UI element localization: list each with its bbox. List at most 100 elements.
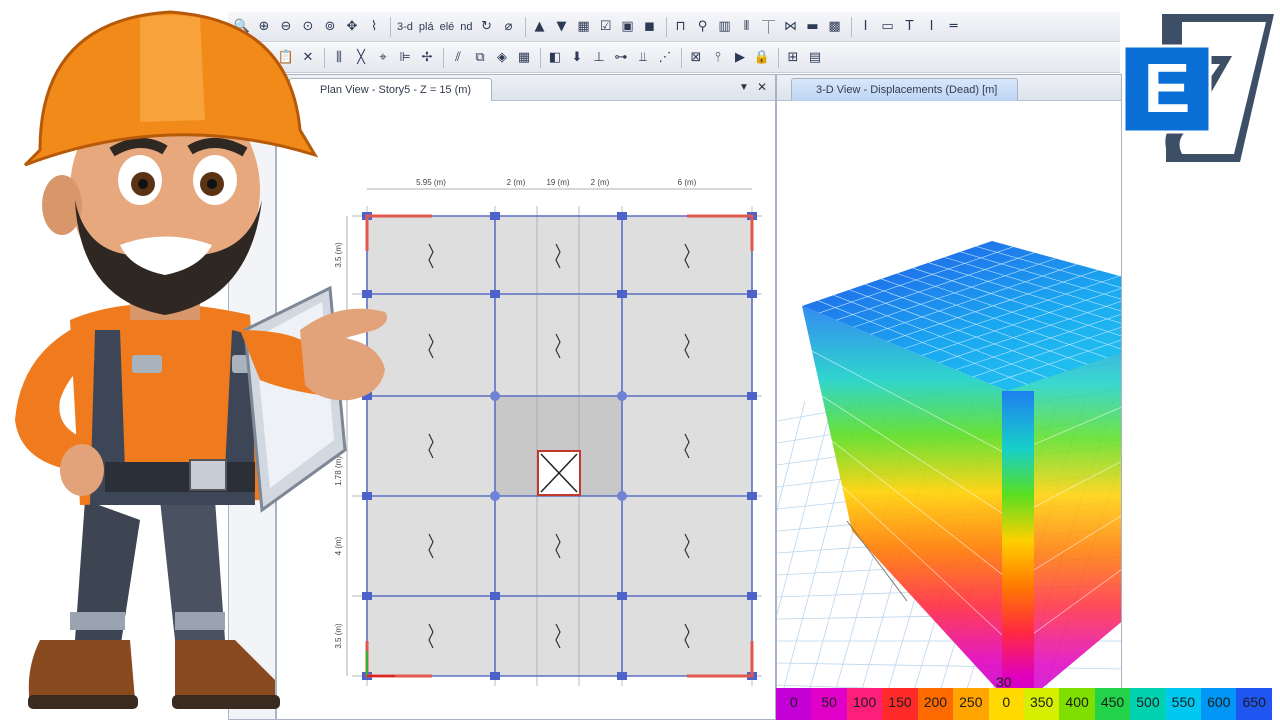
toolbar-separator — [443, 47, 444, 68]
legend-value: 50 — [821, 694, 837, 710]
column-node[interactable] — [747, 492, 757, 500]
3d-view-window[interactable]: 3-D View - Displacements (Dead) [m] — [776, 74, 1122, 720]
spring-icon[interactable]: ⚲ — [693, 16, 713, 38]
column-node[interactable] — [747, 592, 757, 600]
legend-swatch: 50 — [811, 688, 847, 720]
legend-swatch: 450 — [1094, 688, 1131, 720]
area-icon[interactable]: ◈ — [492, 47, 512, 69]
dimension-label: 6 (m) — [678, 178, 697, 187]
legend-swatch: 550 — [1165, 688, 1202, 720]
etabs-logo: E — [1122, 14, 1274, 162]
legend-swatch: 150 — [882, 688, 918, 720]
column-node[interactable] — [490, 592, 500, 600]
legend-swatch: 0 — [776, 688, 812, 720]
toolbar-separator — [681, 47, 682, 68]
cube-icon[interactable]: ◼ — [640, 16, 660, 38]
3d-model-canvas[interactable] — [777, 101, 1122, 720]
beam-icon[interactable]: ═ — [944, 16, 964, 38]
toolbar-separator — [524, 16, 526, 37]
wall-icon[interactable]: ▥ — [715, 16, 735, 38]
dimension-label: 2 (m) — [507, 178, 526, 187]
toolbar-separator — [540, 47, 541, 68]
3d-view-title: 3-D View - Displacements (Dead) [m] — [816, 84, 998, 96]
move-down-icon[interactable]: ▼ — [552, 16, 572, 38]
column-node[interactable] — [747, 290, 757, 298]
perspective-icon[interactable]: ⌀ — [499, 16, 519, 38]
column-node[interactable] — [490, 290, 500, 298]
lock-icon[interactable]: 🔒 — [752, 47, 772, 69]
legend-value: 0 — [1002, 694, 1011, 710]
support-icon[interactable]: ⏉ — [759, 16, 779, 38]
view-nd-icon[interactable]: nd — [458, 16, 474, 38]
legend-value: 600 — [1207, 694, 1231, 710]
legend-value: 150 — [888, 694, 912, 710]
legend-value: 550 — [1171, 694, 1196, 710]
link-icon[interactable]: ⧉ — [470, 47, 490, 69]
column-node[interactable] — [617, 592, 627, 600]
dimension-label: 5.95 (m) — [416, 178, 446, 187]
column-node[interactable] — [490, 391, 500, 401]
legend-swatch: 650 — [1236, 688, 1272, 720]
check-icon[interactable]: ☑ — [596, 16, 616, 38]
move-icon[interactable]: ✢ — [417, 47, 437, 69]
legend-swatch: 100 — [846, 688, 883, 720]
spring-assign-icon[interactable]: ⋰ — [655, 47, 675, 69]
report-icon[interactable]: ▤ — [805, 47, 825, 69]
tee-section-icon[interactable]: T — [900, 16, 920, 38]
truss-icon[interactable]: ⫴ — [737, 16, 757, 38]
legend-value: 200 — [923, 694, 948, 710]
column-node[interactable] — [617, 290, 627, 298]
display-icon[interactable]: ▣ — [618, 16, 638, 38]
design-icon[interactable]: ⊞ — [783, 47, 803, 69]
rotate-icon[interactable]: ↻ — [477, 16, 497, 38]
tab-3d-view[interactable]: 3-D View - Displacements (Dead) [m] — [791, 78, 1019, 101]
dropdown-arrow-icon[interactable]: ▼ — [739, 82, 749, 93]
column-node[interactable] — [490, 491, 500, 501]
grid-icon[interactable]: ▦ — [574, 16, 594, 38]
slab-icon[interactable]: ▬ — [803, 16, 823, 38]
dimension-label: 2 (m) — [591, 178, 610, 187]
legend-swatch: 400 — [1059, 688, 1095, 720]
3d-view-header: 3-D View - Displacements (Dead) [m] — [777, 75, 1121, 101]
release-icon[interactable]: ⊶ — [611, 47, 631, 69]
column-node[interactable] — [490, 672, 500, 680]
corner-column — [1002, 391, 1034, 716]
displacement-color-legend: 0 50 100 150 200 250 0 350 400 450 500 550 600 650 — [776, 688, 1272, 720]
engineer-mascot — [15, 10, 388, 709]
legend-value: 0 — [789, 694, 798, 710]
close-icon[interactable]: ✕ — [757, 80, 767, 94]
restraint-icon[interactable]: ⊥ — [589, 47, 609, 69]
view-elev-icon[interactable]: elé — [438, 16, 457, 38]
section-i-icon[interactable]: I — [856, 16, 876, 38]
column-node[interactable] — [617, 491, 627, 501]
run-icon[interactable]: ▶ — [730, 47, 750, 69]
brace-icon[interactable]: ⋈ — [781, 16, 801, 38]
toolbar-separator — [850, 16, 852, 37]
legend-value: 400 — [1065, 694, 1089, 710]
mesh-icon[interactable]: ▦ — [514, 47, 534, 69]
legend-swatch: 600 — [1201, 688, 1237, 720]
section-cut-icon[interactable]: ⫫ — [633, 47, 653, 69]
legend-value: 100 — [852, 694, 877, 710]
column-node[interactable] — [617, 212, 627, 220]
column-node[interactable] — [490, 212, 500, 220]
stage: 🔍 ⊕ ⊖ ⊙ ⊚ ✥ ⌇ 3-d plá elé nd ↻ ⌀ ▲ ▼ ▦ ☑ ▣ ◼ ⊓ ⚲ ▥ ⫴ ⏉ ⋈ ▬ ▩ I ▭ T Ⅰ ═ … — [0, 0, 1280, 720]
brace-draw-icon[interactable]: ⫽ — [448, 47, 468, 69]
column-node[interactable] — [747, 392, 757, 400]
toolbar-separator — [665, 16, 667, 37]
assign-icon[interactable]: ◧ — [545, 47, 565, 69]
legend-swatch: 500 — [1130, 688, 1166, 720]
opening-icon[interactable]: ▩ — [825, 16, 845, 38]
column-node[interactable] — [617, 391, 627, 401]
load-icon[interactable]: ⬇ — [567, 47, 587, 69]
i-beam-icon[interactable]: Ⅰ — [922, 16, 942, 38]
move-up-icon[interactable]: ▲ — [530, 16, 550, 38]
rect-section-icon[interactable]: ▭ — [878, 16, 898, 38]
view-plan-icon[interactable]: plá — [417, 16, 436, 38]
toolbar-separator — [778, 47, 779, 68]
legend-value: 350 — [1029, 694, 1054, 710]
frame-icon[interactable]: ⊓ — [671, 16, 691, 38]
diaphragm-icon[interactable]: ⊠ — [686, 47, 706, 69]
column-node[interactable] — [617, 672, 627, 680]
pier-icon[interactable]: ⫯ — [708, 47, 728, 69]
